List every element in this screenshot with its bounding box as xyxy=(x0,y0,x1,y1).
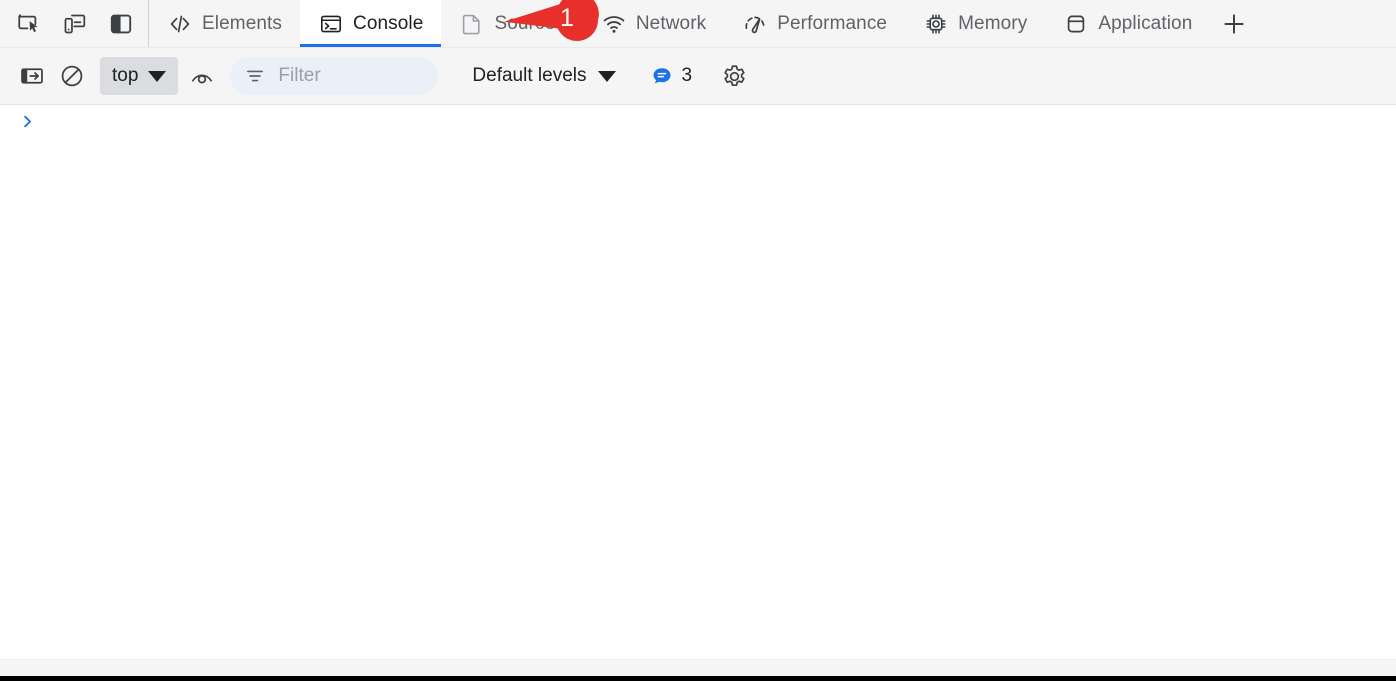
filter-icon xyxy=(247,70,264,82)
console-settings-button[interactable] xyxy=(714,56,754,96)
tabbar-left-tools xyxy=(0,0,149,47)
console-output-area[interactable] xyxy=(0,105,1396,659)
clear-console-button[interactable] xyxy=(52,56,92,96)
devtools-tabbar: Elements Console Sources Network Perform… xyxy=(0,0,1396,48)
device-toolbar-icon xyxy=(64,14,86,33)
chevron-down-icon xyxy=(598,70,617,82)
log-levels-select[interactable]: Default levels xyxy=(460,57,628,95)
context-value: top xyxy=(112,65,139,86)
chip-icon xyxy=(923,11,949,37)
panel-tabs: Elements Console Sources Network Perform… xyxy=(149,0,1396,47)
dock-layout-icon xyxy=(110,14,132,33)
filter-input[interactable]: Filter xyxy=(230,57,439,95)
window-bottom-edge xyxy=(0,676,1396,681)
issues-button[interactable]: 3 xyxy=(642,57,700,95)
tab-label: Console xyxy=(353,13,424,34)
plus-icon xyxy=(1224,14,1245,34)
device-toolbar-button[interactable] xyxy=(56,5,94,43)
wifi-icon xyxy=(601,11,627,37)
console-statusbar xyxy=(0,659,1396,676)
add-panel-button[interactable] xyxy=(1210,0,1258,47)
console-prompt-row[interactable] xyxy=(0,105,1396,135)
tab-elements[interactable]: Elements xyxy=(149,0,300,47)
devtools-window: Elements Console Sources Network Perform… xyxy=(0,0,1396,681)
tab-label: Sources xyxy=(494,13,565,34)
javascript-context-select[interactable]: top xyxy=(100,57,179,95)
inspect-element-icon xyxy=(18,13,38,32)
code-icon xyxy=(167,11,193,37)
eye-icon xyxy=(192,74,213,84)
dock-layout-button[interactable] xyxy=(102,5,140,43)
filter-placeholder: Filter xyxy=(278,65,321,86)
database-icon xyxy=(1063,11,1089,37)
tab-label: Application xyxy=(1098,13,1193,34)
clear-console-icon xyxy=(61,65,83,87)
console-sidebar-button[interactable] xyxy=(12,56,52,96)
tab-label: Network xyxy=(635,13,707,34)
tab-memory[interactable]: Memory xyxy=(905,0,1045,47)
chevron-down-icon xyxy=(148,70,167,82)
tab-label: Elements xyxy=(202,13,283,34)
issues-count: 3 xyxy=(681,65,693,86)
prompt-chevron-icon xyxy=(18,111,36,131)
inspect-element-button[interactable] xyxy=(10,5,48,43)
issues-bubble-icon xyxy=(653,68,671,84)
tab-performance[interactable]: Performance xyxy=(724,0,905,47)
console-prompt-input[interactable] xyxy=(36,111,1396,133)
console-terminal-icon xyxy=(318,11,344,37)
console-sidebar-icon xyxy=(21,68,43,84)
log-levels-value: Default levels xyxy=(472,65,587,86)
tab-console[interactable]: Console xyxy=(300,0,442,47)
tab-label: Memory xyxy=(958,13,1028,34)
console-toolbar: top Filter Default levels 3 xyxy=(0,48,1396,105)
sources-icon xyxy=(459,11,485,37)
tab-application[interactable]: Application xyxy=(1045,0,1210,47)
tab-label: Performance xyxy=(777,13,888,34)
gear-icon xyxy=(723,64,745,86)
tab-network[interactable]: Network xyxy=(583,0,724,47)
live-expression-button[interactable] xyxy=(182,56,222,96)
tab-sources[interactable]: Sources xyxy=(441,0,582,47)
gauge-icon xyxy=(742,11,768,37)
